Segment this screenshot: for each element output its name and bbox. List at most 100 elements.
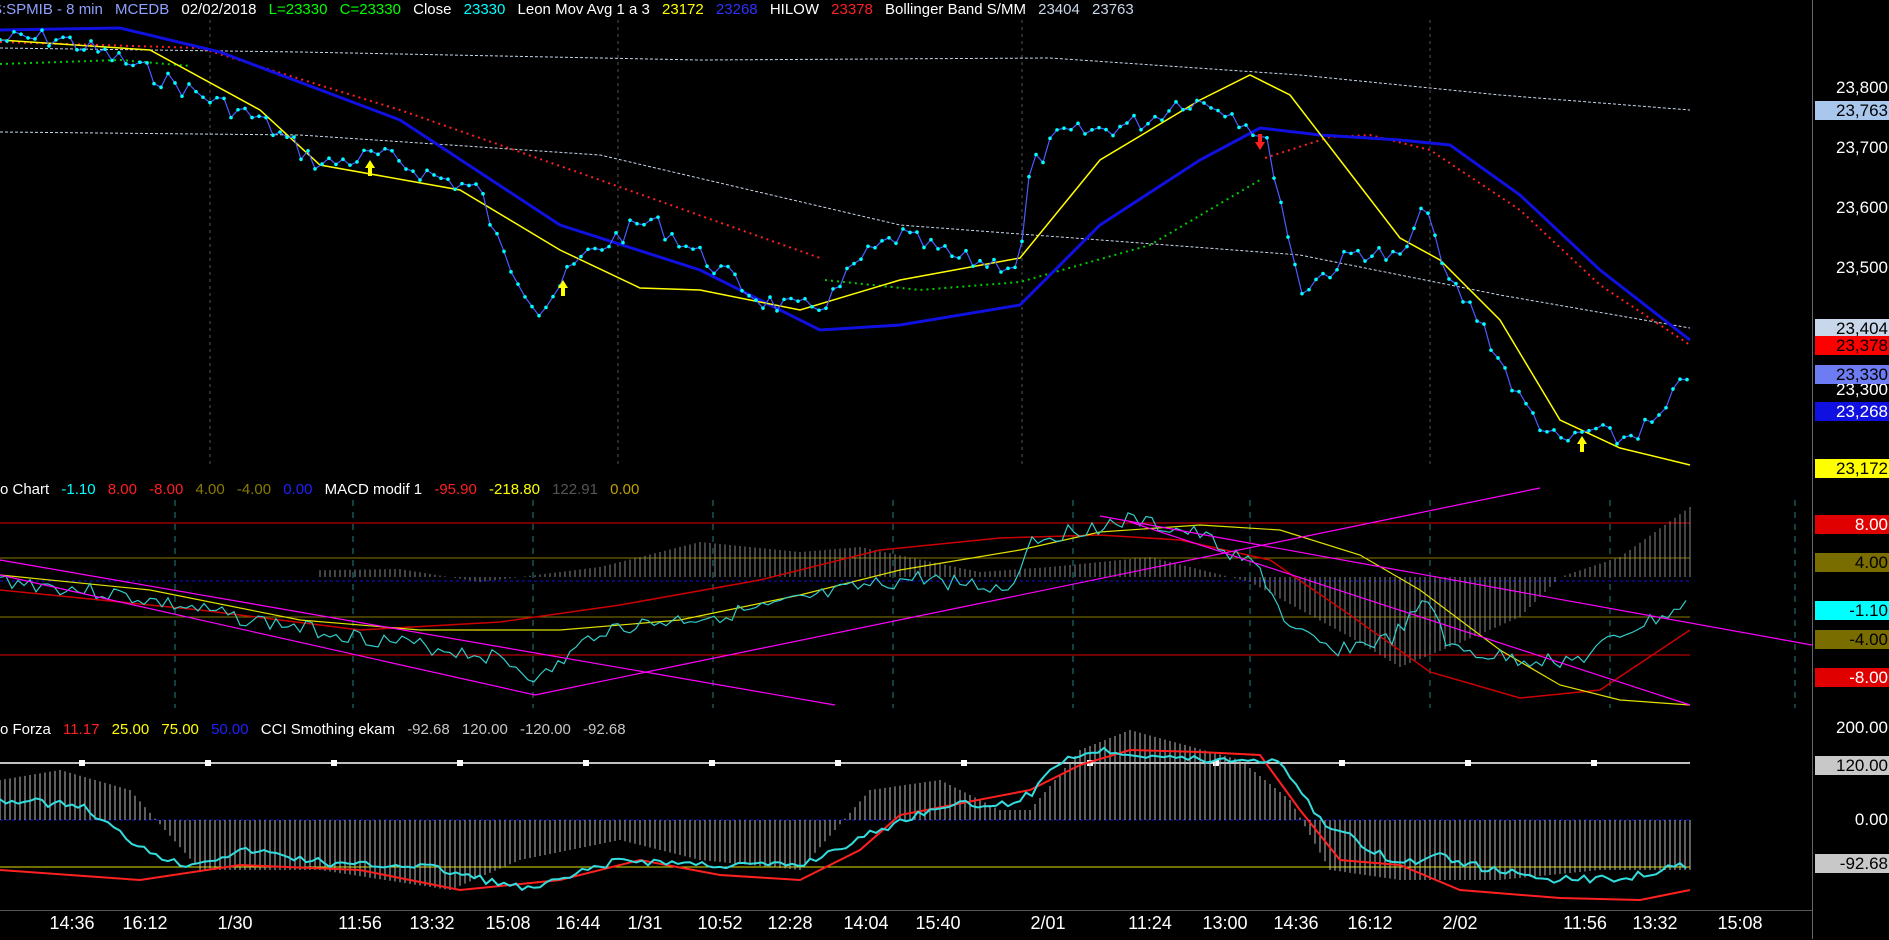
macd-v5: -4.00: [236, 481, 272, 498]
level-marker: [961, 760, 967, 766]
hilow-green-line: [824, 179, 1261, 292]
price-point: [1293, 262, 1297, 267]
price-point: [873, 245, 877, 250]
price-point: [292, 135, 296, 139]
price-point: [1678, 377, 1682, 382]
price-point: [635, 221, 639, 226]
time-axis[interactable]: 14:36 16:12 1/30 11:56 13:32 15:08 16:44 1/31 10…: [0, 910, 1812, 940]
price-point: [1440, 261, 1444, 266]
price-point: [1398, 252, 1402, 256]
price-point: [397, 159, 401, 163]
time-label: 2/01: [1030, 913, 1066, 933]
price-point: [1615, 442, 1619, 446]
price-point: [1090, 127, 1094, 132]
price-point: [1433, 233, 1437, 238]
price-point: [173, 81, 177, 85]
cci-chart[interactable]: [0, 720, 1812, 910]
price-point: [733, 272, 737, 277]
price-point: [299, 157, 303, 162]
price-point: [411, 169, 415, 173]
price-point: [838, 284, 842, 289]
price-point: [131, 63, 135, 68]
chart-label: o Chart: [0, 481, 50, 498]
price-point: [341, 157, 345, 162]
price-point: [145, 61, 149, 65]
hilow-label: HILOW: [769, 1, 819, 18]
price-point: [19, 32, 23, 36]
price-point: [5, 39, 9, 43]
price-tick: 23,800: [1836, 78, 1888, 97]
cci-cyan-line: [0, 746, 1687, 892]
price-point: [628, 218, 632, 222]
price-point: [1104, 127, 1108, 132]
forza-label: o Forza: [0, 721, 51, 738]
time-label: 11:56: [1563, 913, 1607, 933]
price-point: [1454, 281, 1458, 286]
price-point: [936, 247, 940, 251]
cci-f3: 75.00: [161, 721, 199, 738]
macd-chart-pane[interactable]: o Chart -1.10 8.00 -8.00 4.00 -4.00 0.00…: [0, 480, 1812, 708]
cci-f4: 50.00: [211, 721, 249, 738]
mov-avg-label: Leon Mov Avg 1 a 3: [517, 1, 650, 18]
cci-c2: 120.00: [461, 721, 508, 738]
price-point: [1279, 200, 1283, 205]
price-point: [474, 182, 478, 186]
time-label: 13:32: [409, 913, 455, 933]
price-point: [782, 297, 786, 302]
price-chart-pane[interactable]: S:SPMIB - 8 min MCEDB 02/02/2018 L=23330…: [0, 0, 1812, 467]
price-point: [1517, 389, 1521, 394]
price-point: [971, 264, 975, 269]
price-point: [978, 258, 982, 263]
price-point: [1580, 430, 1584, 434]
price-point: [586, 247, 590, 252]
date-label: 02/02/2018: [181, 1, 257, 18]
value-axis[interactable]: 23,800 23,700 23,600 23,500 23,300 23,76…: [1812, 0, 1889, 939]
macd-label: MACD modif 1: [324, 481, 423, 498]
price-point: [1244, 123, 1248, 127]
price-point: [257, 114, 261, 118]
price-point: [1062, 126, 1066, 131]
time-label: 12:28: [767, 913, 813, 933]
time-label: 13:32: [1632, 913, 1678, 933]
close-value-label: C=23330: [339, 1, 401, 18]
cci-c1: -92.68: [407, 721, 450, 738]
macd-tag-current: -1.10: [1815, 601, 1889, 620]
ma-yellow-tag: 23,172: [1815, 459, 1889, 478]
time-label: 1/30: [217, 913, 253, 933]
ma-yellow-line: [0, 39, 1691, 466]
price-point: [551, 294, 555, 299]
time-label: 11:24: [1128, 913, 1172, 933]
price-point: [621, 240, 625, 245]
price-point: [887, 235, 891, 240]
price-tick: 23,500: [1836, 258, 1888, 277]
price-point: [1237, 125, 1241, 130]
price-point: [985, 265, 989, 269]
price-point: [1013, 265, 1017, 270]
price-point: [754, 298, 758, 303]
price-point: [768, 295, 772, 299]
price-point: [285, 135, 289, 140]
macd-chart[interactable]: [0, 480, 1812, 708]
price-point: [390, 148, 394, 153]
price-chart[interactable]: [0, 0, 1812, 467]
price-point: [1335, 267, 1339, 272]
price-point: [1097, 125, 1101, 130]
price-point: [1139, 127, 1143, 132]
price-point: [1069, 127, 1073, 132]
price-point: [663, 238, 667, 242]
price-point: [453, 187, 457, 192]
price-point: [789, 296, 793, 301]
macd-v4: 4.00: [195, 481, 225, 498]
time-label: 14:04: [843, 913, 889, 933]
level-marker: [709, 760, 715, 766]
price-point: [1195, 98, 1199, 103]
price-point: [187, 82, 191, 86]
price-point: [1377, 246, 1381, 250]
price-point: [1342, 249, 1346, 254]
price-point: [68, 35, 72, 40]
trendline: [534, 487, 1541, 696]
price-point: [96, 50, 100, 54]
price-point: [1174, 100, 1178, 104]
cci-chart-pane[interactable]: o Forza 11.17 25.00 75.00 50.00 CCI Smot…: [0, 720, 1812, 910]
price-point: [922, 245, 926, 250]
